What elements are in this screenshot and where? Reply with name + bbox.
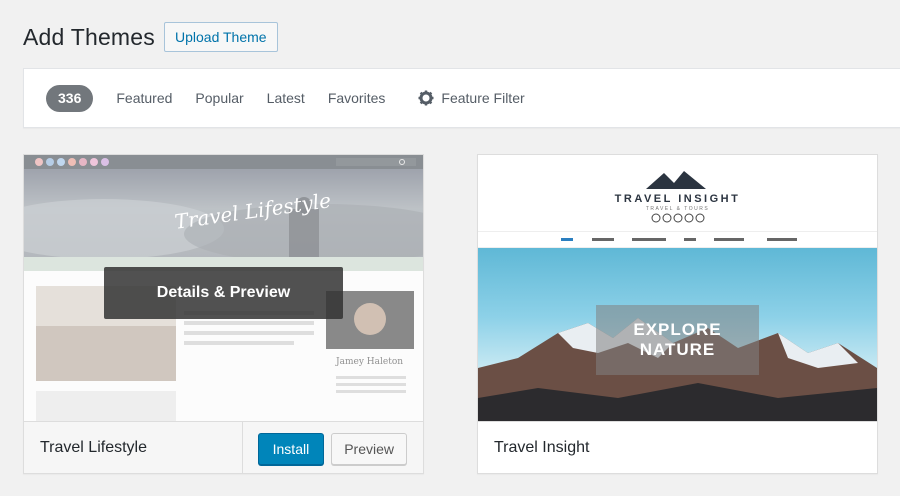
page-title: Add Themes <box>23 23 155 50</box>
feature-filter-label: Feature Filter <box>441 90 525 106</box>
gear-icon <box>418 90 434 106</box>
theme-name: Travel Lifestyle <box>40 439 147 456</box>
install-button[interactable]: Install <box>257 432 325 465</box>
thumb-tagline: TRAVEL & TOURS <box>645 206 710 212</box>
details-preview-button[interactable]: Details & Preview <box>104 267 343 319</box>
thumb-logo: TRAVEL INSIGHT <box>614 193 741 205</box>
filter-tab-latest[interactable]: Latest <box>267 90 305 106</box>
filter-tab-featured[interactable]: Featured <box>116 90 172 106</box>
theme-filter-bar: 336 Featured Popular Latest Favorites Fe… <box>23 68 900 128</box>
theme-count-badge: 336 <box>46 84 94 112</box>
thumb-menu-art <box>561 238 797 241</box>
preview-button[interactable]: Preview <box>331 432 407 465</box>
filter-tab-popular[interactable]: Popular <box>195 90 243 106</box>
theme-card-travel-insight[interactable]: TRAVEL INSIGHT TRAVEL & TOURS EXPLORE NA… <box>477 154 878 474</box>
filter-tab-favorites[interactable]: Favorites <box>328 90 386 106</box>
theme-screenshot[interactable]: TRAVEL INSIGHT TRAVEL & TOURS EXPLORE NA… <box>478 155 877 421</box>
hero-line-1: EXPLORE <box>633 320 722 339</box>
upload-theme-button[interactable]: Upload Theme <box>163 22 278 52</box>
theme-name: Travel Insight <box>494 439 590 456</box>
hero-banner: EXPLORE NATURE <box>596 305 759 375</box>
theme-actions: Install Preview <box>242 422 423 473</box>
card-footer: Travel Insight <box>478 421 877 473</box>
card-footer: Travel Lifestyle Install Preview <box>24 421 423 473</box>
theme-card-travel-lifestyle[interactable]: Travel Lifestyle Jamey Haleton Details &… <box>23 154 424 474</box>
feature-filter-button[interactable]: Feature Filter <box>418 90 525 106</box>
page-header: Add Themes Upload Theme <box>23 22 278 52</box>
hero-line-2: NATURE <box>639 340 716 359</box>
theme-screenshot[interactable]: Travel Lifestyle Jamey Haleton Details &… <box>24 155 423 421</box>
thumb-menu <box>478 231 877 248</box>
